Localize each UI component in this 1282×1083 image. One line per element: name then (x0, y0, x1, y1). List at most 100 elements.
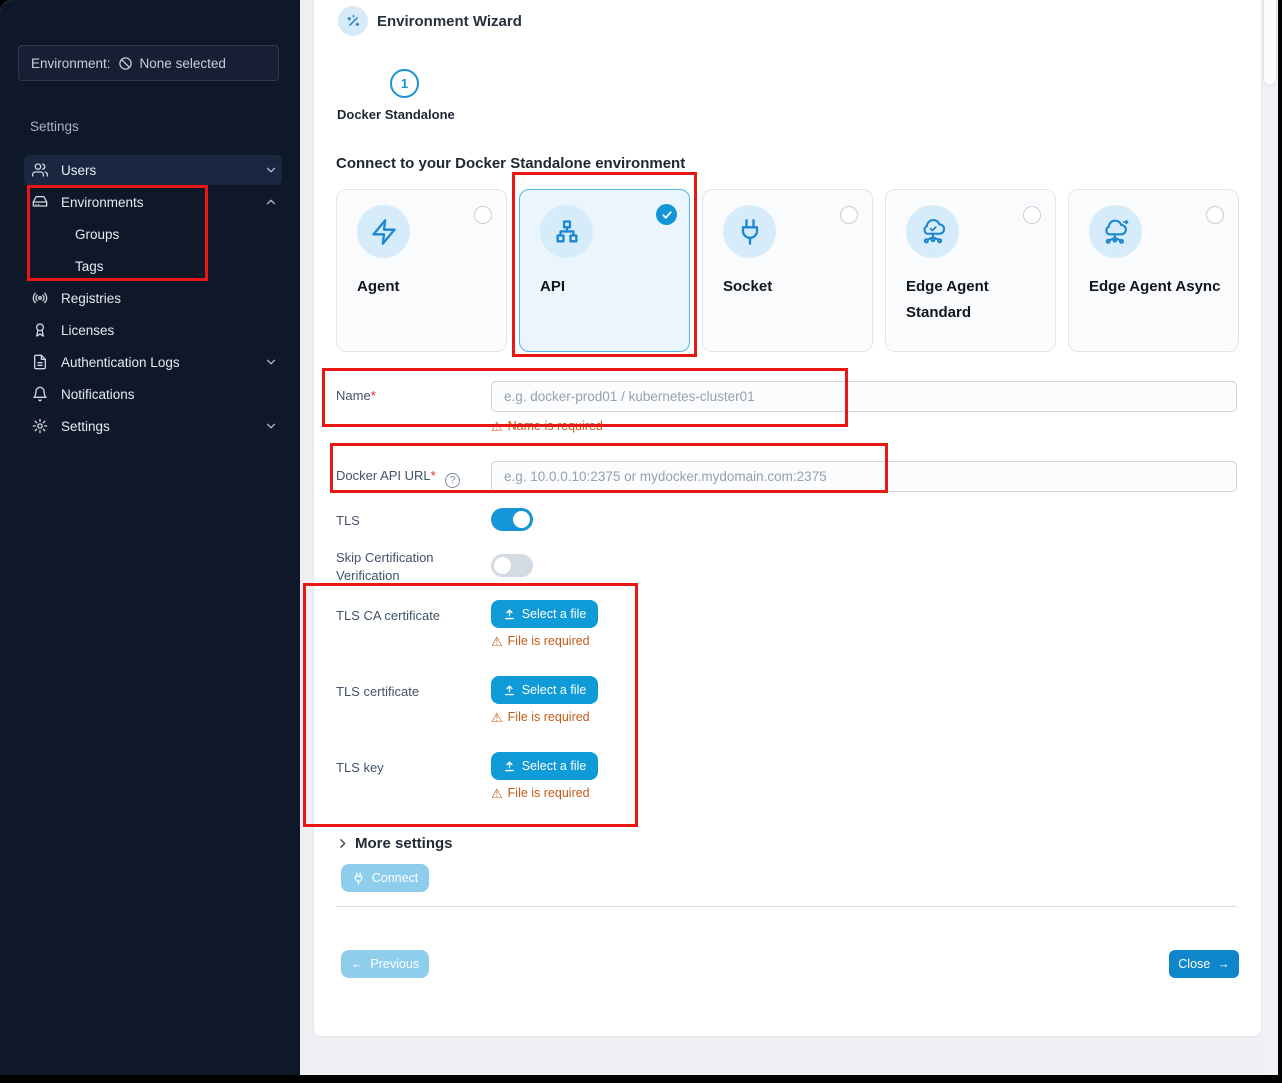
option-card-label: Agent (357, 274, 491, 300)
scrollbar-track[interactable] (1262, 0, 1278, 1075)
sidebar-item-settings[interactable]: Settings (0, 410, 300, 442)
skip-cert-verification-toggle[interactable] (491, 554, 533, 577)
sidebar-item-label: Registries (61, 291, 278, 306)
lightning-icon (357, 205, 410, 258)
option-card-edge-agent-async[interactable]: Edge Agent Async (1068, 189, 1239, 352)
docker-api-url-label: Docker API URL* ? (336, 468, 460, 488)
radio-unselected[interactable] (1023, 206, 1041, 224)
sidebar-item-label: Groups (75, 227, 119, 242)
gear-icon (32, 418, 48, 434)
required-asterisk: * (371, 388, 376, 403)
tls-certificate-label: TLS certificate (336, 684, 419, 699)
option-card-edge-agent-standard[interactable]: Edge Agent Standard (885, 189, 1056, 352)
sidebar-item-label: Authentication Logs (61, 355, 264, 370)
required-asterisk: * (431, 468, 436, 483)
tls-ca-certificate-label: TLS CA certificate (336, 608, 440, 623)
close-button[interactable]: Close → (1169, 950, 1239, 978)
environment-selector-value: None selected (140, 56, 226, 71)
upload-icon (503, 760, 516, 773)
warning-icon: ⚠ (491, 787, 503, 800)
arrow-right-icon: → (1217, 957, 1230, 971)
sidebar-item-registries[interactable]: Registries (0, 282, 300, 314)
option-card-api[interactable]: API (519, 189, 690, 352)
sidebar-item-groups[interactable]: Groups (0, 218, 300, 250)
tls-ca-file-error: ⚠ File is required (491, 634, 590, 648)
tls-cert-file-error: ⚠ File is required (491, 710, 590, 724)
option-card-label: Edge Agent Standard (906, 274, 1040, 326)
step-indicator: 1 (390, 69, 419, 98)
upload-icon (503, 608, 516, 621)
check-badge-icon (656, 204, 677, 225)
warning-icon: ⚠ (491, 420, 503, 433)
option-card-label: Socket (723, 274, 857, 300)
option-card-label: API (540, 274, 674, 300)
tls-cert-select-file-button[interactable]: Select a file (491, 676, 598, 704)
option-card-socket[interactable]: Socket (702, 189, 873, 352)
wand-icon (338, 6, 368, 36)
step-label: Docker Standalone (337, 107, 455, 122)
sidebar-item-label: Tags (75, 259, 104, 274)
app-window: Environment: None selected Settings User… (0, 0, 1278, 1075)
bell-icon (32, 386, 48, 402)
sidebar-item-label: Users (61, 163, 264, 178)
environment-selector[interactable]: Environment: None selected (18, 45, 279, 81)
sidebar-item-label: Licenses (61, 323, 278, 338)
sidebar-item-tags[interactable]: Tags (0, 250, 300, 282)
sidebar-item-authentication-logs[interactable]: Authentication Logs (0, 346, 300, 378)
docker-api-url-input[interactable] (491, 461, 1237, 492)
plug-icon (723, 205, 776, 258)
sidebar-item-users[interactable]: Users (0, 154, 300, 186)
sidebar-item-label: Notifications (61, 387, 278, 402)
award-icon (32, 322, 48, 338)
section-heading: Connect to your Docker Standalone enviro… (336, 155, 685, 172)
toggle-knob (513, 511, 530, 528)
warning-icon: ⚠ (491, 635, 503, 648)
option-card-label: Edge Agent Async (1089, 274, 1223, 300)
name-input[interactable] (491, 381, 1237, 412)
chevron-down-icon (264, 419, 278, 433)
connect-button[interactable]: Connect (341, 864, 429, 892)
scrollbar-thumb[interactable] (1263, 0, 1277, 86)
broadcast-icon (32, 290, 48, 306)
file-text-icon (32, 354, 48, 370)
previous-button[interactable]: ← Previous (341, 950, 429, 978)
skip-cert-verification-label: Skip Certification Verification (336, 549, 456, 585)
tls-ca-select-file-button[interactable]: Select a file (491, 600, 598, 628)
warning-icon: ⚠ (491, 711, 503, 724)
sitemap-icon (540, 205, 593, 258)
radio-unselected[interactable] (840, 206, 858, 224)
ban-icon (118, 56, 133, 71)
sidebar-item-environments[interactable]: Environments (0, 186, 300, 218)
sidebar-section-title: Settings (30, 119, 79, 134)
tls-toggle[interactable] (491, 508, 533, 531)
step-number: 1 (401, 76, 408, 91)
page-title: Environment Wizard (377, 13, 522, 30)
divider (336, 906, 1237, 907)
cloud-network-async-icon (1089, 205, 1142, 258)
more-settings-expander[interactable]: More settings (336, 835, 453, 852)
sidebar-item-label: Settings (61, 419, 264, 434)
users-icon (32, 162, 48, 178)
toggle-knob (494, 557, 511, 574)
tls-key-select-file-button[interactable]: Select a file (491, 752, 598, 780)
cloud-network-icon (906, 205, 959, 258)
sidebar-item-label: Environments (61, 195, 264, 210)
help-icon[interactable]: ? (445, 473, 460, 488)
sidebar-item-licenses[interactable]: Licenses (0, 314, 300, 346)
chevron-down-icon (264, 163, 278, 177)
chevron-up-icon (264, 195, 278, 209)
chevron-down-icon (264, 355, 278, 369)
chevron-right-icon (336, 837, 349, 850)
radio-unselected[interactable] (474, 206, 492, 224)
tls-key-label: TLS key (336, 760, 384, 775)
sidebar-nav: Users Environments Groups Tags Registrie… (0, 154, 300, 442)
tls-label: TLS (336, 513, 360, 528)
option-card-agent[interactable]: Agent (336, 189, 507, 352)
arrow-left-icon: ← (351, 957, 364, 971)
name-error: ⚠ Name is required (491, 419, 603, 433)
radio-unselected[interactable] (1206, 206, 1224, 224)
plug-icon (352, 872, 365, 885)
hard-drive-icon (32, 194, 48, 210)
sidebar: Environment: None selected Settings User… (0, 0, 300, 1075)
sidebar-item-notifications[interactable]: Notifications (0, 378, 300, 410)
